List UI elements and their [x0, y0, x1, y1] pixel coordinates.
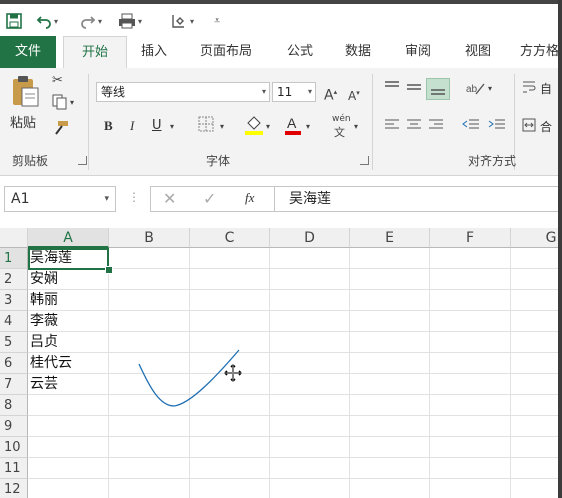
tab-formulas[interactable]: 公式: [280, 36, 320, 68]
cancel-icon[interactable]: ✕: [163, 189, 176, 208]
enter-icon[interactable]: ✓: [203, 189, 216, 208]
tab-home[interactable]: 开始: [63, 36, 127, 68]
tab-data[interactable]: 数据: [338, 36, 378, 68]
chevron-down-icon: ▾: [307, 87, 312, 96]
underline-button[interactable]: U: [152, 118, 162, 133]
print-dropdown-icon[interactable]: ▾: [138, 17, 142, 26]
save-icon[interactable]: [6, 10, 22, 32]
clipboard-launcher-icon[interactable]: [78, 156, 87, 165]
font-size-value: 11: [277, 85, 293, 99]
phonetic-button[interactable]: wén: [332, 114, 351, 124]
paste-button[interactable]: 粘贴: [10, 112, 36, 131]
redo-dropdown-icon[interactable]: ▾: [98, 17, 102, 26]
underline-dropdown-icon[interactable]: ▾: [170, 118, 174, 136]
tab-addin[interactable]: 方方格: [520, 36, 562, 68]
name-box-value: A1: [11, 191, 30, 207]
font-group-label: 字体: [206, 154, 231, 168]
decrease-indent-icon[interactable]: [462, 118, 480, 138]
font-name-select[interactable]: 等线 ▾: [96, 82, 270, 102]
tab-view[interactable]: 视图: [458, 36, 498, 68]
clipboard-group-label: 剪贴板: [12, 154, 49, 168]
name-box[interactable]: A1 ▾: [4, 186, 116, 212]
fill-color-icon[interactable]: [244, 114, 264, 142]
fill-color-dropdown-icon[interactable]: ▾: [266, 118, 270, 136]
worksheet-grid[interactable]: A B C D E F G 1 2 3 4 5 6 7 8 9 10 11 12: [0, 228, 562, 498]
formula-input[interactable]: 吴海莲: [274, 186, 562, 212]
orientation-dropdown-icon[interactable]: ▾: [488, 80, 492, 98]
copy-dropdown-icon[interactable]: ▾: [70, 94, 74, 112]
tab-review[interactable]: 审阅: [398, 36, 438, 68]
bold-button[interactable]: B: [104, 118, 113, 134]
phonetic-dropdown-icon[interactable]: ▾: [354, 118, 358, 136]
font-color-icon[interactable]: A: [284, 114, 302, 142]
window-edge: [558, 0, 562, 498]
font-color-dropdown-icon[interactable]: ▾: [306, 118, 310, 136]
merge-center-icon[interactable]: [522, 118, 536, 138]
increase-indent-icon[interactable]: [488, 118, 506, 138]
chevron-down-icon: ▾: [261, 87, 266, 96]
align-middle-icon[interactable]: [406, 80, 422, 100]
ink-stroke: [138, 349, 240, 407]
tab-page-layout[interactable]: 页面布局: [192, 36, 260, 68]
ribbon-home: 粘贴 ✂ ▾ 剪贴板 等线 ▾ 11 ▾ A▴ A▾ B I U ▾ ▾ ▾ A ▾: [0, 68, 562, 176]
align-left-icon[interactable]: [384, 118, 400, 138]
customize-icon[interactable]: ⩡: [214, 10, 220, 32]
excel-window: ▾ ▾ ▾ ▾ ⩡ 文件 开始 插入 页面布局 公式 数据 审阅 视图 方方格: [0, 0, 562, 498]
undo-dropdown-icon[interactable]: ▾: [54, 17, 58, 26]
formula-buttons: ✕ ✓ fx: [150, 186, 274, 212]
alignment-group-label: 对齐方式: [468, 154, 517, 168]
svg-text:A: A: [287, 115, 297, 131]
wrap-text-icon[interactable]: [522, 80, 536, 100]
print-preview-icon[interactable]: ▾: [118, 10, 142, 32]
italic-button[interactable]: I: [130, 118, 134, 134]
wrap-text-button[interactable]: 自: [540, 80, 552, 97]
ribbon-tabs: 文件 开始 插入 页面布局 公式 数据 审阅 视图 方方格: [0, 36, 562, 68]
borders-icon[interactable]: [198, 116, 214, 138]
align-center-icon[interactable]: [406, 118, 422, 138]
format-painter-icon[interactable]: [52, 120, 70, 142]
font-name-value: 等线: [101, 85, 126, 99]
move-cursor-icon: [224, 364, 242, 386]
group-divider: [88, 74, 89, 170]
merge-center-button[interactable]: 合: [540, 118, 552, 135]
touch-dropdown-icon[interactable]: ▾: [190, 17, 194, 26]
cut-icon[interactable]: ✂: [52, 72, 63, 90]
tab-file[interactable]: 文件: [0, 36, 56, 68]
align-bottom-icon[interactable]: [426, 78, 450, 100]
tab-insert[interactable]: 插入: [134, 36, 174, 68]
font-size-select[interactable]: 11 ▾: [272, 82, 316, 102]
increase-font-size-icon[interactable]: A▴: [324, 83, 337, 105]
formula-bar: A1 ▾ ⋮ ✕ ✓ fx 吴海莲: [0, 176, 562, 224]
paste-icon[interactable]: [10, 74, 40, 114]
align-top-icon[interactable]: [384, 80, 400, 100]
chevron-down-icon: ▾: [104, 194, 109, 204]
copy-icon[interactable]: [52, 94, 68, 116]
group-divider: [372, 74, 373, 170]
align-right-icon[interactable]: [428, 118, 444, 138]
splitter-icon[interactable]: ⋮: [128, 190, 140, 204]
quick-access-toolbar: ▾ ▾ ▾ ▾ ⩡: [0, 0, 562, 36]
borders-dropdown-icon[interactable]: ▾: [220, 118, 224, 136]
orientation-icon[interactable]: ab: [466, 80, 486, 102]
touch-mode-icon[interactable]: ▾: [170, 10, 194, 32]
font-launcher-icon[interactable]: [360, 156, 369, 165]
undo-icon[interactable]: ▾: [36, 10, 58, 32]
insert-function-icon[interactable]: fx: [245, 190, 254, 206]
redo-icon[interactable]: ▾: [80, 10, 102, 32]
decrease-font-size-icon[interactable]: A▾: [348, 84, 360, 105]
phonetic-char-icon: 文: [334, 126, 345, 139]
